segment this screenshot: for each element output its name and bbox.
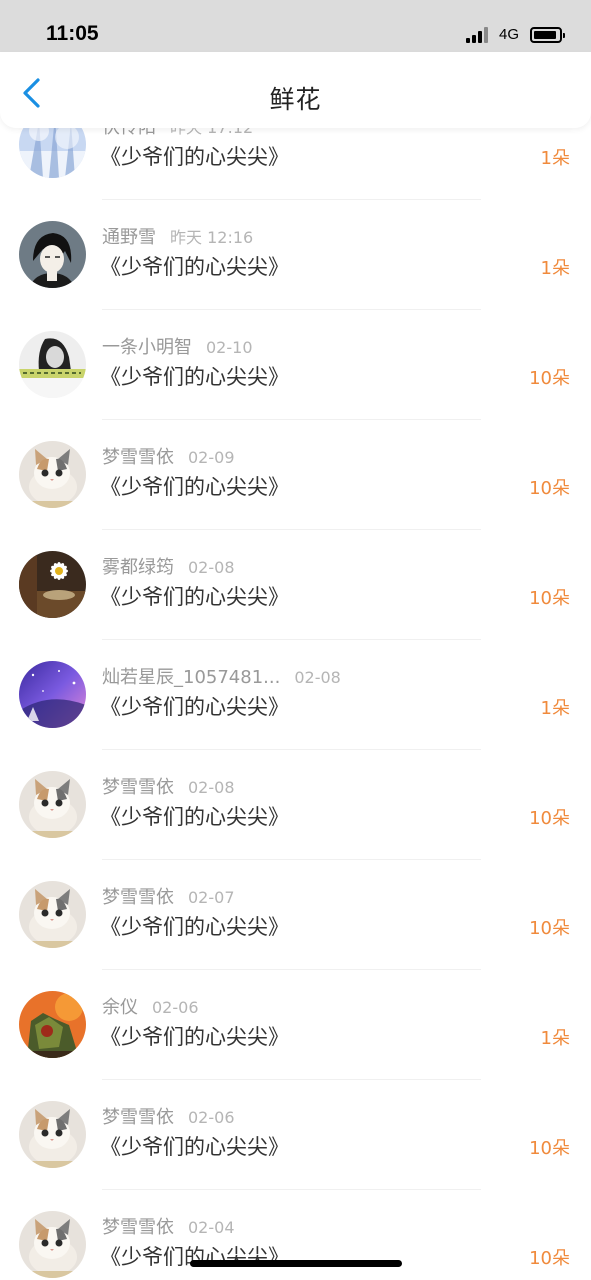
book-title[interactable]: 《少爷们的心尖尖》 (100, 361, 289, 391)
nav-bar: 鲜花 (0, 52, 591, 128)
flower-count: 1朵 (540, 148, 570, 169)
signal-icon (466, 27, 492, 43)
username[interactable]: 梦雪雪依 (102, 887, 174, 908)
flower-count: 10朵 (529, 588, 570, 609)
username[interactable]: 雾都绿筠 (102, 557, 174, 578)
avatar[interactable] (19, 551, 86, 618)
item-meta: 一条小明智 02-10 (102, 333, 253, 359)
list-item[interactable]: 梦雪雪依 02-07 《少爷们的心尖尖》 10朵 (0, 860, 591, 970)
avatar[interactable] (19, 221, 86, 288)
flower-list: 伏怜阳昨天 17:12《少爷们的心尖尖》1朵通野雪昨天 12:16《少爷们的心尖… (0, 90, 591, 1280)
avatar[interactable] (19, 441, 86, 508)
list-item[interactable]: 一条小明智 02-10 《少爷们的心尖尖》 10朵 (0, 310, 591, 420)
avatar[interactable] (19, 661, 86, 728)
screen: 伏怜阳昨天 17:12《少爷们的心尖尖》1朵通野雪昨天 12:16《少爷们的心尖… (0, 0, 591, 1280)
status-time: 11:05 (46, 22, 99, 45)
item-meta: 梦雪雪依 02-04 (102, 1213, 235, 1239)
list-item[interactable]: 雾都绿筠 02-08 《少爷们的心尖尖》 10朵 (0, 530, 591, 640)
timestamp: 02-08 (188, 778, 235, 797)
book-title[interactable]: 《少爷们的心尖尖》 (100, 801, 289, 831)
timestamp: 02-06 (152, 998, 199, 1017)
flower-count: 10朵 (529, 808, 570, 829)
username[interactable]: 一条小明智 (102, 337, 192, 358)
list-item[interactable]: 梦雪雪依 02-08 《少爷们的心尖尖》 10朵 (0, 750, 591, 860)
item-meta: 通野雪 昨天 12:16 (102, 223, 253, 249)
status-bar: 11:05 4G (0, 0, 591, 52)
timestamp: 02-04 (188, 1218, 235, 1237)
item-meta: 梦雪雪依 02-08 (102, 773, 235, 799)
network-label: 4G (499, 26, 520, 43)
list-item[interactable]: 梦雪雪依 02-06 《少爷们的心尖尖》 10朵 (0, 1080, 591, 1190)
username[interactable]: 灿若星辰_1057481... (102, 667, 280, 688)
book-title[interactable]: 《少爷们的心尖尖》 (100, 251, 289, 281)
flower-count: 10朵 (529, 918, 570, 939)
username[interactable]: 余仪 (102, 997, 138, 1018)
avatar[interactable] (19, 881, 86, 948)
avatar[interactable] (19, 1101, 86, 1168)
timestamp: 02-07 (188, 888, 235, 907)
list-item[interactable]: 灿若星辰_1057481... 02-08 《少爷们的心尖尖》 1朵 (0, 640, 591, 750)
item-meta: 余仪 02-06 (102, 993, 199, 1019)
flower-count: 1朵 (540, 258, 570, 279)
timestamp: 昨天 12:16 (170, 228, 254, 247)
battery-icon (530, 27, 565, 43)
page-title: 鲜花 (269, 85, 322, 114)
book-title[interactable]: 《少爷们的心尖尖》 (100, 581, 289, 611)
flower-count: 1朵 (540, 1028, 570, 1049)
avatar[interactable] (19, 771, 86, 838)
flower-count: 1朵 (540, 698, 570, 719)
book-title[interactable]: 《少爷们的心尖尖》 (100, 141, 289, 171)
item-meta: 灿若星辰_1057481... 02-08 (102, 663, 341, 689)
item-meta: 梦雪雪依 02-07 (102, 883, 235, 909)
flower-count: 10朵 (529, 368, 570, 389)
list-item[interactable]: 余仪 02-06 《少爷们的心尖尖》 1朵 (0, 970, 591, 1080)
book-title[interactable]: 《少爷们的心尖尖》 (100, 1021, 289, 1051)
book-title[interactable]: 《少爷们的心尖尖》 (100, 1131, 289, 1161)
avatar[interactable] (19, 1211, 86, 1278)
avatar[interactable] (19, 991, 86, 1058)
avatar[interactable] (19, 331, 86, 398)
username[interactable]: 梦雪雪依 (102, 1217, 174, 1238)
book-title[interactable]: 《少爷们的心尖尖》 (100, 471, 289, 501)
timestamp: 02-08 (294, 668, 341, 687)
flower-count: 10朵 (529, 1138, 570, 1159)
book-title[interactable]: 《少爷们的心尖尖》 (100, 691, 289, 721)
timestamp: 02-09 (188, 448, 235, 467)
username[interactable]: 通野雪 (102, 227, 156, 248)
item-meta: 雾都绿筠 02-08 (102, 553, 235, 579)
book-title[interactable]: 《少爷们的心尖尖》 (100, 911, 289, 941)
home-indicator[interactable] (190, 1260, 402, 1267)
username[interactable]: 梦雪雪依 (102, 777, 174, 798)
timestamp: 02-08 (188, 558, 235, 577)
flower-count: 10朵 (529, 478, 570, 499)
username[interactable]: 梦雪雪依 (102, 1107, 174, 1128)
item-meta: 梦雪雪依 02-09 (102, 443, 235, 469)
flower-count: 10朵 (529, 1248, 570, 1269)
timestamp: 02-06 (188, 1108, 235, 1127)
username[interactable]: 梦雪雪依 (102, 447, 174, 468)
list-item[interactable]: 通野雪 昨天 12:16 《少爷们的心尖尖》 1朵 (0, 200, 591, 310)
list-item[interactable]: 梦雪雪依 02-09 《少爷们的心尖尖》 10朵 (0, 420, 591, 530)
timestamp: 02-10 (206, 338, 253, 357)
item-meta: 梦雪雪依 02-06 (102, 1103, 235, 1129)
